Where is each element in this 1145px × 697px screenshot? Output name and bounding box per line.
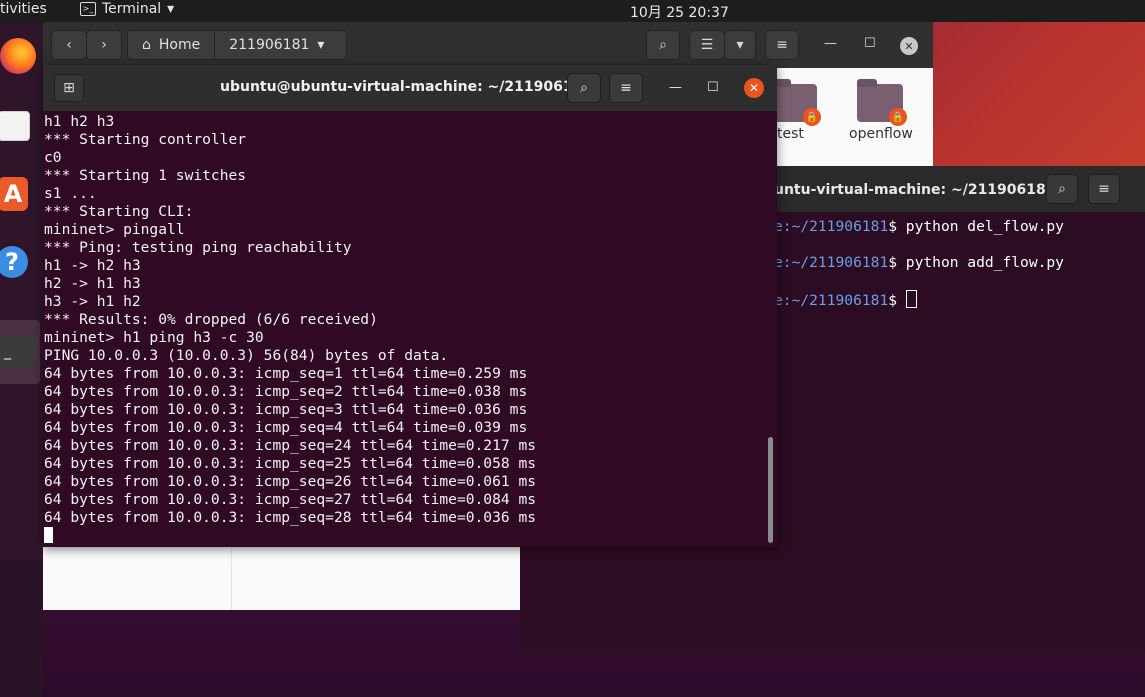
dock-item-terminal[interactable]: _ [0, 328, 40, 376]
hamburger-icon: ≡ [620, 80, 632, 96]
terminal-line: *** Starting controller [44, 131, 247, 148]
terminal-line: 64 bytes from 10.0.0.3: icmp_seq=24 ttl=… [44, 437, 537, 454]
text-cursor [44, 527, 53, 543]
lock-icon: 🔒 [889, 108, 907, 126]
minimize-button[interactable]: — [669, 80, 682, 95]
top-bar: tivities >_ Terminal ▾ 10月 25 20:37 [0, 0, 1145, 22]
terminal-line: mininet> h1 ping h3 -c 30 [44, 329, 264, 346]
terminal-line: PING 10.0.0.3 (10.0.0.3) 56(84) bytes of… [44, 347, 449, 364]
terminal-line: s1 ... [44, 185, 97, 202]
forward-button[interactable]: › [86, 30, 122, 60]
terminal-output[interactable]: h1 h2 h3 *** Starting controller c0 *** Sta… [44, 113, 764, 545]
terminal-line: e:~/211906181$ python del_flow.py [774, 218, 1064, 235]
terminal-line: e:~/211906181$ [774, 290, 917, 309]
lock-icon: 🔒 [803, 108, 821, 126]
chevron-right-icon: › [101, 37, 107, 53]
terminal-line: 64 bytes from 10.0.0.3: icmp_seq=27 ttl=… [44, 491, 537, 508]
back-button[interactable]: ‹ [51, 30, 87, 60]
chevron-down-icon: ▾ [317, 37, 325, 53]
terminal-line: c0 [44, 149, 62, 166]
dock-item-files[interactable] [0, 102, 40, 150]
path-home[interactable]: ⌂ Home [128, 31, 214, 59]
file-manager-headerbar: ‹ › ⌂ Home 211906181 ▾ ⌕ ☰ ▾ ≡ — ☐ ✕ [43, 22, 933, 68]
hamburger-icon: ≡ [776, 37, 788, 53]
path-folder-label: 211906181 [229, 37, 310, 53]
path-current-folder[interactable]: 211906181 ▾ [215, 31, 338, 59]
close-icon: ✕ [904, 39, 914, 53]
app-store-icon: A [0, 177, 28, 211]
terminal-line: h1 h2 h3 [44, 113, 115, 130]
terminal-line: h3 -> h1 h2 [44, 293, 141, 310]
terminal-line: h2 -> h1 h3 [44, 275, 141, 292]
firefox-icon [0, 38, 36, 74]
text-cursor [905, 290, 917, 308]
minimize-button[interactable]: — [824, 36, 837, 51]
search-icon: ⌕ [659, 37, 667, 53]
terminal-line: 64 bytes from 10.0.0.3: icmp_seq=1 ttl=6… [44, 365, 528, 382]
terminal-line: *** Starting CLI: [44, 203, 194, 220]
path-bar: ⌂ Home 211906181 ▾ [127, 30, 347, 60]
maximize-button[interactable]: ☐ [864, 36, 876, 51]
folder-openflow-icon[interactable]: 🔒 [857, 79, 907, 126]
search-icon: ⌕ [580, 80, 588, 96]
window-title: untu-virtual-machine: ~/211906181 [774, 182, 1056, 198]
dock-item-firefox[interactable] [0, 32, 40, 80]
menu-button[interactable]: ≡ [1088, 174, 1120, 204]
terminal-window-front: ⊞ ubuntu@ubuntu-virtual-machine: ~/21190… [43, 65, 777, 547]
terminal-headerbar: ⊞ ubuntu@ubuntu-virtual-machine: ~/21190… [43, 65, 777, 111]
terminal-line: 64 bytes from 10.0.0.3: icmp_seq=3 ttl=6… [44, 401, 528, 418]
dock: A ? _ [0, 22, 43, 697]
terminal-line: 64 bytes from 10.0.0.3: icmp_seq=4 ttl=6… [44, 419, 528, 436]
home-icon: ⌂ [142, 37, 151, 53]
activities-button[interactable]: tivities [0, 1, 47, 17]
terminal-line: mininet> pingall [44, 221, 185, 238]
folder-label-openflow[interactable]: openflow [849, 126, 913, 142]
menu-button[interactable]: ≡ [765, 30, 799, 60]
search-icon: ⌕ [1058, 181, 1066, 197]
terminal-line: *** Ping: testing ping reachability [44, 239, 352, 256]
chevron-down-icon: ▾ [167, 1, 175, 17]
terminal-line: 64 bytes from 10.0.0.3: icmp_seq=25 ttl=… [44, 455, 537, 472]
path-home-label: Home [158, 37, 201, 53]
scrollbar[interactable] [768, 437, 773, 543]
terminal-line: *** Starting 1 switches [44, 167, 247, 184]
files-icon [0, 111, 30, 141]
folder-label-test[interactable]: test [777, 126, 804, 142]
folder-test-icon[interactable]: 🔒 [771, 79, 821, 126]
search-button[interactable]: ⌕ [646, 30, 680, 60]
terminal-small-icon: >_ [80, 2, 96, 16]
maximize-button[interactable]: ☐ [707, 80, 719, 95]
terminal-line: *** Results: 0% dropped (6/6 received) [44, 311, 378, 328]
terminal-line: e:~/211906181$ python add_flow.py [774, 254, 1064, 271]
help-icon: ? [0, 246, 28, 278]
view-list-button[interactable]: ☰ [689, 30, 725, 60]
terminal-icon: _ [0, 336, 36, 368]
dock-item-help[interactable]: ? [0, 238, 40, 286]
close-icon: ✕ [748, 81, 760, 95]
new-tab-icon: ⊞ [63, 80, 75, 96]
new-tab-button[interactable]: ⊞ [54, 74, 84, 102]
terminal-line: h1 -> h2 h3 [44, 257, 141, 274]
search-button[interactable]: ⌕ [1046, 174, 1078, 204]
dock-item-app-store[interactable]: A [0, 170, 40, 218]
window-title: ubuntu@ubuntu-virtual-machine: ~/2119061… [220, 79, 593, 95]
terminal-line: 64 bytes from 10.0.0.3: icmp_seq=26 ttl=… [44, 473, 537, 490]
close-button[interactable]: ✕ [744, 78, 764, 98]
menu-button[interactable]: ≡ [609, 73, 643, 103]
clock[interactable]: 10月 25 20:37 [630, 2, 729, 22]
terminal-line: 64 bytes from 10.0.0.3: icmp_seq=2 ttl=6… [44, 383, 528, 400]
app-menu-label: Terminal [102, 1, 162, 17]
terminal-line: 64 bytes from 10.0.0.3: icmp_seq=28 ttl=… [44, 509, 537, 526]
terminal-prompt-line [44, 527, 764, 545]
chevron-left-icon: ‹ [66, 37, 72, 53]
chevron-down-icon: ▾ [736, 37, 744, 53]
hamburger-icon: ≡ [1098, 181, 1110, 197]
view-options-button[interactable]: ▾ [724, 30, 756, 60]
list-view-icon: ☰ [700, 37, 714, 53]
search-button[interactable]: ⌕ [567, 73, 601, 103]
close-button[interactable]: ✕ [900, 37, 918, 55]
app-menu[interactable]: >_ Terminal ▾ [80, 1, 174, 17]
